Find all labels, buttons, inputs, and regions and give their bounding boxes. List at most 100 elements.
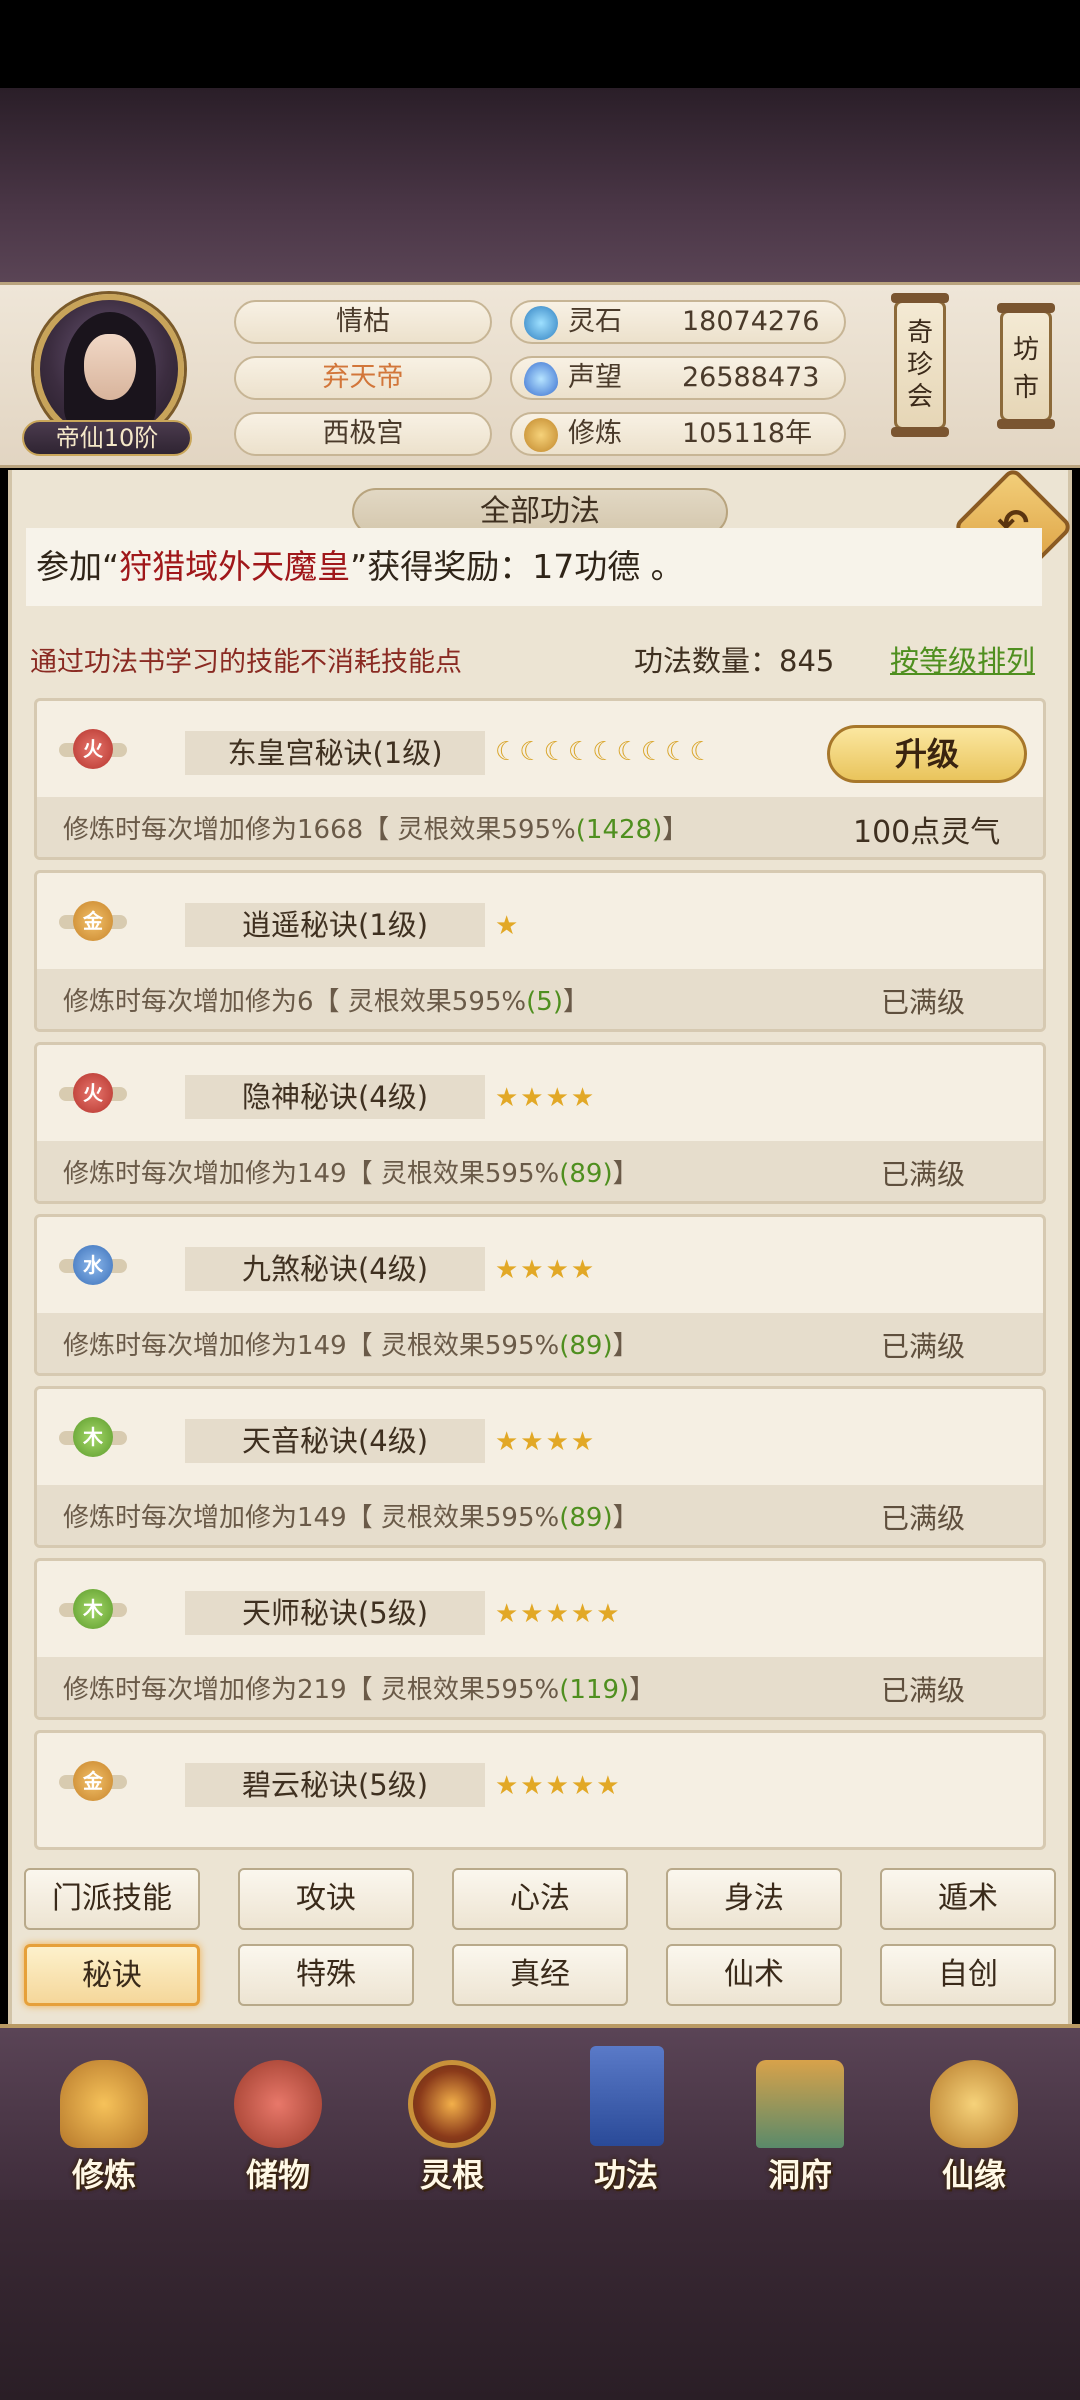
player-name-field: 情枯 xyxy=(234,300,492,344)
skill-card[interactable]: 水 九煞秘诀(4级) ★★★★ 修炼时每次增加修为149【 灵根效果595%(8… xyxy=(34,1214,1046,1376)
notice-highlight: 狩猎域外天魔皇 xyxy=(119,547,351,586)
skill-card[interactable]: 木 天师秘诀(5级) ★★★★★ 修炼时每次增加修为219【 灵根效果595%(… xyxy=(34,1558,1046,1720)
stat-label: 声望 xyxy=(568,362,622,393)
element-badge: 火 xyxy=(59,721,127,779)
nav-label: 灵根 xyxy=(419,2156,484,2194)
upgrade-button[interactable]: 升级 xyxy=(827,725,1027,783)
spirit-stone-icon xyxy=(524,306,558,340)
star-rating: ★★★★★ xyxy=(495,1771,622,1801)
skill-card[interactable]: 火 东皇宫秘诀(1级) ☾☾☾☾☾☾☾☾☾ 升级 修炼时每次增加修为1668【 … xyxy=(34,698,1046,860)
skill-count: 功法数量：845 xyxy=(634,644,835,678)
tab-attack[interactable]: 攻诀 xyxy=(238,1868,414,1930)
stat-label: 灵石 xyxy=(568,306,622,337)
skill-name: 九煞秘诀(4级) xyxy=(241,1252,429,1286)
tab-mind[interactable]: 心法 xyxy=(452,1868,628,1930)
desc-text: 修炼时每次增加修为219【 灵根效果595% xyxy=(63,1675,560,1705)
star-rating: ★★★★★ xyxy=(495,1599,622,1629)
max-level-status: 已满级 xyxy=(881,1330,966,1363)
desc-bonus: (5) xyxy=(526,987,563,1017)
nav-storage[interactable]: 储物 xyxy=(208,2040,348,2200)
nav-label: 洞府 xyxy=(767,2156,832,2194)
element-badge: 金 xyxy=(59,893,127,951)
water-element-icon: 水 xyxy=(73,1245,113,1285)
nav-cultivate[interactable]: 修炼 xyxy=(34,2040,174,2200)
max-level-status: 已满级 xyxy=(881,1158,966,1191)
star-rating: ★★★★ xyxy=(495,1427,597,1457)
nav-fortune[interactable]: 仙缘 xyxy=(904,2040,1044,2200)
fortune-gourd-icon xyxy=(930,2060,1018,2148)
stat-value: 26588473 xyxy=(682,362,820,393)
skill-description: 修炼时每次增加修为1668【 灵根效果595%(1428)】 xyxy=(63,809,688,846)
element-badge: 木 xyxy=(59,1581,127,1639)
technique-book-icon xyxy=(590,2046,664,2146)
nav-label: 修炼 xyxy=(71,2156,136,2194)
skill-description: 修炼时每次增加修为219【 灵根效果595%(119)】 xyxy=(63,1669,655,1706)
skill-name: 天师秘诀(5级) xyxy=(241,1596,429,1630)
max-level-status: 已满级 xyxy=(881,1674,966,1707)
tab-immortal-art[interactable]: 仙术 xyxy=(666,1944,842,2006)
prestige-stat: 声望 26588473 xyxy=(510,356,846,400)
desc-end: 】 xyxy=(562,987,589,1017)
cultivation-stat: 修炼 105118年 xyxy=(510,412,846,456)
tab-sect-skills[interactable]: 门派技能 xyxy=(24,1868,200,1930)
skill-card[interactable]: 金 碧云秘诀(5级) ★★★★★ xyxy=(34,1730,1046,1850)
avatar-face xyxy=(84,334,136,400)
bottom-background xyxy=(0,2200,1080,2400)
sort-by-level-link[interactable]: 按等级排列 xyxy=(890,638,1035,680)
desc-bonus: (89) xyxy=(559,1503,613,1533)
nav-techniques[interactable]: 功法 xyxy=(556,2040,696,2200)
player-title-field: 弃天帝 xyxy=(234,356,492,400)
skill-name: 逍遥秘诀(1级) xyxy=(241,908,429,942)
desc-end: 】 xyxy=(612,1331,639,1361)
market-button[interactable]: 坊市 xyxy=(997,303,1055,429)
element-badge: 金 xyxy=(59,1753,127,1811)
desc-bonus: (119) xyxy=(559,1675,630,1705)
tab-self-created[interactable]: 自创 xyxy=(880,1944,1056,2006)
cave-dwelling-icon xyxy=(756,2060,844,2148)
desc-text: 修炼时每次增加修为149【 灵根效果595% xyxy=(63,1159,560,1189)
skill-name: 隐神秘诀(4级) xyxy=(241,1080,429,1114)
star-rating: ★★★★ xyxy=(495,1255,597,1285)
storage-bag-icon xyxy=(234,2060,322,2148)
desc-end: 】 xyxy=(612,1503,639,1533)
top-background xyxy=(0,88,1080,286)
tab-secret[interactable]: 秘诀 xyxy=(24,1944,200,2006)
skill-name: 碧云秘诀(5级) xyxy=(241,1768,429,1802)
spirit-stone-stat: 灵石 18074276 xyxy=(510,300,846,344)
stat-label: 修炼 xyxy=(568,418,622,449)
nav-cave-dwelling[interactable]: 洞府 xyxy=(730,2040,870,2200)
desc-text: 修炼时每次增加修为149【 灵根效果595% xyxy=(63,1331,560,1361)
treasure-fair-button[interactable]: 奇珍会 xyxy=(891,293,949,437)
nav-spirit-root[interactable]: 灵根 xyxy=(382,2040,522,2200)
tab-special[interactable]: 特殊 xyxy=(238,1944,414,2006)
meditation-icon xyxy=(524,418,558,452)
element-badge: 木 xyxy=(59,1409,127,1467)
stat-value: 105118年 xyxy=(682,418,813,449)
desc-bonus: (1428) xyxy=(575,815,663,845)
desc-text: 修炼时每次增加修为6【 灵根效果595% xyxy=(63,987,527,1017)
skill-description: 修炼时每次增加修为149【 灵根效果595%(89)】 xyxy=(63,1325,639,1362)
tab-escape[interactable]: 遁术 xyxy=(880,1868,1056,1930)
player-sect-field: 西极宫 xyxy=(234,412,492,456)
tab-movement[interactable]: 身法 xyxy=(666,1868,842,1930)
wood-element-icon: 木 xyxy=(73,1417,113,1457)
skill-name: 天音秘诀(4级) xyxy=(241,1424,429,1458)
desc-end: 】 xyxy=(662,815,689,845)
star-rating: ★ xyxy=(495,911,521,941)
reward-notice: 参加“狩猎域外天魔皇”获得奖励：17功德 。 xyxy=(26,528,1042,606)
status-bar xyxy=(0,0,1080,88)
skill-card[interactable]: 火 隐神秘诀(4级) ★★★★ 修炼时每次增加修为149【 灵根效果595%(8… xyxy=(34,1042,1046,1204)
skill-description: 修炼时每次增加修为149【 灵根效果595%(89)】 xyxy=(63,1153,639,1190)
max-level-status: 已满级 xyxy=(881,1502,966,1535)
fire-element-icon: 火 xyxy=(73,729,113,769)
element-badge: 火 xyxy=(59,1065,127,1123)
notice-prefix: 参加“ xyxy=(36,547,120,586)
desc-end: 】 xyxy=(629,1675,656,1705)
skill-card[interactable]: 金 逍遥秘诀(1级) ★ 修炼时每次增加修为6【 灵根效果595%(5)】 已满… xyxy=(34,870,1046,1032)
tab-scripture[interactable]: 真经 xyxy=(452,1944,628,2006)
skill-description: 修炼时每次增加修为149【 灵根效果595%(89)】 xyxy=(63,1497,639,1534)
prestige-icon xyxy=(524,362,558,396)
desc-text: 修炼时每次增加修为149【 灵根效果595% xyxy=(63,1503,560,1533)
skill-card[interactable]: 木 天音秘诀(4级) ★★★★ 修炼时每次增加修为149【 灵根效果595%(8… xyxy=(34,1386,1046,1548)
skill-name: 东皇宫秘诀(1级) xyxy=(227,736,443,770)
